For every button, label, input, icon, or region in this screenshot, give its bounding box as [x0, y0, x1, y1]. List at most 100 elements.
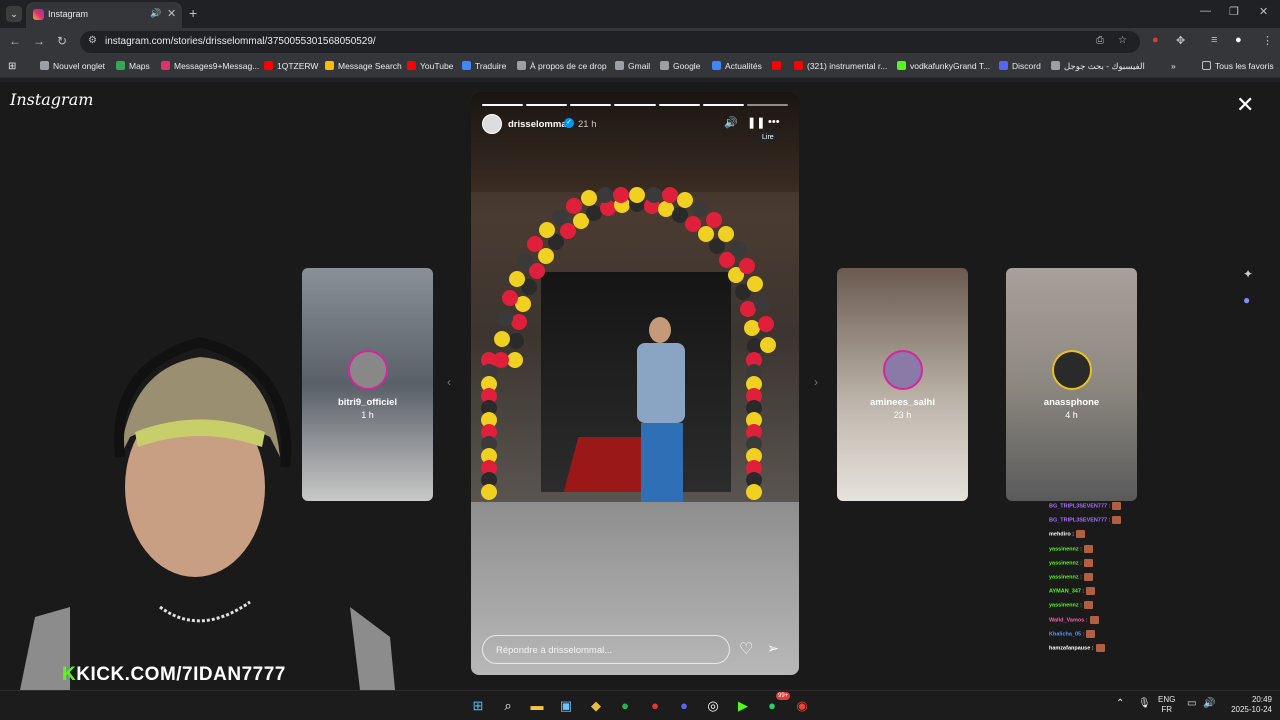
- sparkle-icon[interactable]: ✦: [1243, 267, 1253, 281]
- chat-username: AYMAN_347 :: [1049, 588, 1085, 595]
- bookmark-item[interactable]: (321) instrumental r...: [794, 61, 887, 71]
- progress-segment: [482, 104, 524, 106]
- bookmark-item[interactable]: vodkafunkyGrand T...: [897, 61, 990, 71]
- profile-avatar[interactable]: ●: [1235, 34, 1242, 46]
- bookmark-item[interactable]: Messages9+Messag...: [161, 61, 259, 71]
- tab-instagram[interactable]: Instagram 🔊 ✕: [26, 2, 182, 28]
- new-tab-button[interactable]: +: [189, 5, 197, 21]
- bookmark-item[interactable]: Discord: [999, 61, 1041, 71]
- bookmark-item[interactable]: [772, 61, 785, 71]
- emote-icon: [1086, 629, 1096, 638]
- balloon: [507, 332, 524, 349]
- chevron-up-icon[interactable]: ⌃: [1116, 699, 1124, 709]
- ceiling: [471, 92, 799, 192]
- chat-username: yassinennz :: [1049, 560, 1083, 567]
- balloon: [739, 257, 756, 274]
- back-button[interactable]: ←: [9, 34, 21, 48]
- all-favorites-folder[interactable]: Tous les favoris: [1202, 61, 1274, 71]
- spotify-icon[interactable]: ●: [615, 696, 635, 716]
- balloon: [612, 187, 629, 203]
- mute-icon[interactable]: 🔊: [724, 116, 738, 129]
- story-username[interactable]: drisselommal: [508, 119, 569, 130]
- media-control-icon[interactable]: ≡: [1211, 34, 1217, 46]
- bookmarks-overflow-button[interactable]: »: [1171, 61, 1176, 71]
- microphone-icon[interactable]: 🎙: [1138, 699, 1151, 709]
- instagram-logo[interactable]: Instagram: [10, 90, 93, 109]
- chat-username: hamzafanpause :: [1049, 645, 1094, 652]
- side-story-card[interactable]: aminees_salhi 23 h: [837, 268, 968, 501]
- progress-segment: [526, 104, 568, 106]
- reply-input[interactable]: Répondre à drisselommal...: [482, 635, 730, 664]
- extensions-puzzle-icon[interactable]: ✥: [1176, 34, 1185, 47]
- forward-button[interactable]: →: [33, 34, 45, 48]
- store-icon[interactable]: ▣: [556, 696, 576, 716]
- site-info-icon[interactable]: ⚙: [88, 35, 97, 46]
- reload-button[interactable]: ↻: [57, 34, 67, 48]
- bookmark-item[interactable]: 1QTZERW: [264, 61, 318, 71]
- tab-search-button[interactable]: ⌄: [6, 6, 22, 22]
- balloon: [753, 295, 770, 312]
- window-close-button[interactable]: ✕: [1259, 5, 1268, 18]
- chat-username: yassinennz :: [1049, 546, 1083, 553]
- bookmark-item[interactable]: Nouvel onglet: [40, 61, 105, 71]
- language-indicator[interactable]: ENG FR: [1158, 695, 1175, 715]
- play-pause-icon[interactable]: ❚❚: [747, 116, 765, 129]
- bookmark-item[interactable]: À propos de ce drop: [517, 61, 607, 71]
- balloon: [677, 191, 694, 208]
- app-red-icon[interactable]: ●: [645, 696, 665, 716]
- address-url[interactable]: instagram.com/stories/drisselommal/37500…: [105, 36, 376, 47]
- bookmark-item[interactable]: Google: [660, 61, 700, 71]
- previous-story-icon[interactable]: ‹: [447, 375, 451, 389]
- send-icon[interactable]: ➢: [767, 640, 779, 657]
- heart-icon[interactable]: ♡: [739, 639, 753, 659]
- bookmark-star-icon[interactable]: ☆: [1118, 35, 1127, 46]
- browser-menu-icon[interactable]: ⋮: [1262, 34, 1273, 47]
- apps-grid-icon[interactable]: ⊞: [8, 61, 16, 72]
- more-options-icon[interactable]: •••: [768, 116, 780, 128]
- chat-message: hamzafanpause :: [1049, 643, 1169, 658]
- chat-username: yassinennz :: [1049, 602, 1083, 609]
- side-story-name: aminees_salhi: [870, 397, 935, 408]
- chat-username: Khalicha_05 :: [1049, 631, 1085, 638]
- balloon: [552, 208, 569, 225]
- windows-start-icon[interactable]: ⊞: [468, 696, 488, 716]
- address-bar[interactable]: ⚙ instagram.com/stories/drisselommal/375…: [80, 31, 1140, 53]
- emote-icon: [1095, 643, 1105, 652]
- file-explorer-icon[interactable]: ▬: [527, 696, 547, 716]
- webcam-overlay: [0, 307, 400, 690]
- bookmark-item[interactable]: YouTube: [407, 61, 453, 71]
- youtube-icon: [794, 61, 803, 70]
- chrome-icon[interactable]: ◉: [792, 696, 812, 716]
- emote-icon: [1084, 572, 1094, 581]
- copilot-icon[interactable]: ●: [1243, 293, 1253, 307]
- app-icon[interactable]: ◆: [586, 696, 606, 716]
- bookmark-item[interactable]: Gmail: [615, 61, 650, 71]
- bookmark-item[interactable]: الفيسبوك - بحث جوجل: [1051, 61, 1145, 72]
- maps-icon: [116, 61, 125, 70]
- tab-close-button[interactable]: ✕: [167, 7, 176, 20]
- bookmark-item[interactable]: Maps: [116, 61, 150, 71]
- clock[interactable]: 20:49 2025-10-24: [1224, 695, 1272, 715]
- install-app-icon[interactable]: ⎙: [1096, 35, 1104, 46]
- app-icon[interactable]: ◎: [703, 696, 723, 716]
- story-main[interactable]: drisselommal ✓ 21 h 🔊 ❚❚ ••• Lire Répond…: [471, 92, 799, 675]
- close-icon[interactable]: ✕: [1236, 92, 1254, 118]
- search-icon[interactable]: ⌕: [498, 696, 518, 716]
- maximize-button[interactable]: ❐: [1229, 5, 1239, 18]
- tab-title: Instagram: [48, 9, 89, 19]
- avatar[interactable]: [482, 114, 502, 134]
- balloon: [691, 200, 708, 217]
- discord-icon[interactable]: ●: [674, 696, 694, 716]
- volume-icon[interactable]: 🔊: [1203, 699, 1215, 709]
- side-story-card[interactable]: anassphone 4 h: [1006, 268, 1137, 501]
- bookmark-item[interactable]: Traduire: [462, 61, 506, 71]
- bookmark-item[interactable]: Actualités: [712, 61, 762, 71]
- bookmark-item[interactable]: Message Search: [325, 61, 402, 71]
- network-icon[interactable]: ▭: [1187, 699, 1196, 709]
- kick-app-icon[interactable]: ▶: [733, 696, 753, 716]
- next-story-icon[interactable]: ›: [814, 375, 818, 389]
- speaker-icon[interactable]: 🔊: [150, 8, 161, 19]
- minimize-button[interactable]: —: [1200, 5, 1211, 17]
- extension-icon[interactable]: ●: [1152, 34, 1159, 46]
- person-shirt: [637, 343, 685, 423]
